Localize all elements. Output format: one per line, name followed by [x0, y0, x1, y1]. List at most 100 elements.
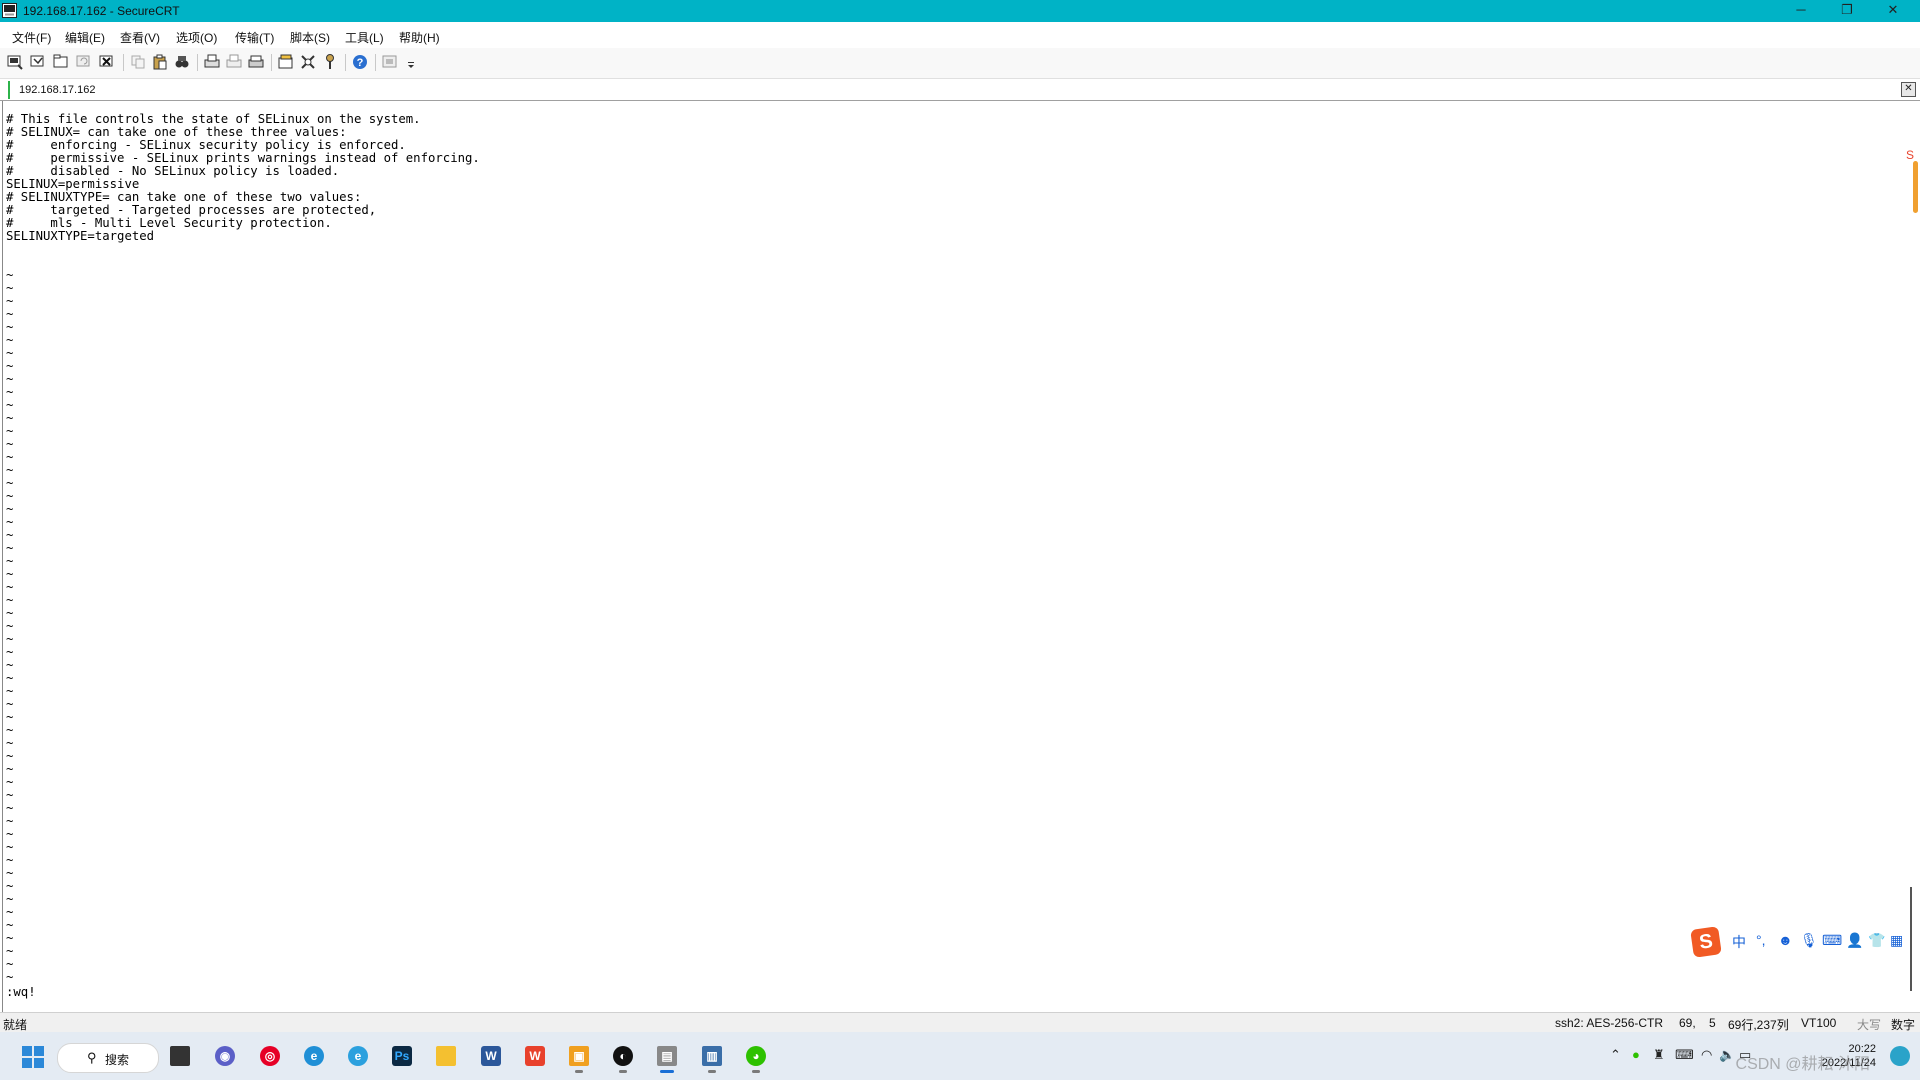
menu-bar: 文件(F) 编辑(E) 查看(V) 选项(O) 传输(T) 脚本(S) 工具(L…	[0, 22, 1920, 48]
taskbar-xshell[interactable]: ◐	[607, 1040, 639, 1073]
taskbar-file-explorer[interactable]	[430, 1040, 462, 1072]
word-icon: W	[481, 1046, 501, 1066]
tray-overflow-icon[interactable]: ⌃	[1610, 1047, 1621, 1063]
wifi-icon[interactable]: ◠	[1701, 1047, 1712, 1063]
menu-options[interactable]: 选项(O)	[176, 29, 217, 46]
running-indicator	[619, 1070, 627, 1073]
running-indicator	[575, 1070, 583, 1073]
session-tab-bar: 192.168.17.162 ✕	[0, 79, 1920, 101]
securefx-icon: ▥	[702, 1046, 722, 1066]
taskbar: ⚲ 搜索 ◉ ◎ e e Ps W W ▣ ◐ ▤ ▥ ◕ ⌃ ● ♜ ⌨ ◠ …	[0, 1032, 1920, 1080]
xshell-icon: ◐	[613, 1046, 633, 1066]
toolbar-separator	[197, 54, 198, 71]
menu-script[interactable]: 脚本(S)	[290, 29, 330, 46]
chat-icon: ◉	[215, 1046, 235, 1066]
toolbar-overflow-icon[interactable]	[402, 53, 414, 71]
taskbar-wps[interactable]: W	[519, 1040, 551, 1072]
taskbar-search[interactable]: ⚲ 搜索	[57, 1043, 159, 1073]
netease-music-icon: ◎	[260, 1046, 280, 1066]
sogou-logo[interactable]: S	[1690, 926, 1722, 958]
connect-icon[interactable]	[6, 53, 24, 71]
quick-connect-icon[interactable]	[29, 53, 47, 71]
taskbar-chat[interactable]: ◉	[209, 1040, 241, 1072]
ime-skin-icon[interactable]: 👕	[1868, 932, 1885, 949]
global-options-icon[interactable]	[299, 53, 317, 71]
menu-view[interactable]: 查看(V)	[120, 29, 160, 46]
notification-icon[interactable]	[1890, 1046, 1910, 1066]
edge-icon: e	[304, 1046, 324, 1066]
window-title: 192.168.17.162 - SecureCRT	[23, 4, 180, 18]
ime-punctuation-icon[interactable]: °,	[1756, 932, 1766, 948]
connect-in-tab-icon[interactable]	[52, 53, 70, 71]
status-num: 数字	[1891, 1018, 1916, 1032]
menu-tools[interactable]: 工具(L)	[345, 29, 384, 46]
taskbar-wechat[interactable]: ◕	[740, 1040, 772, 1073]
ime-toolbox-icon[interactable]: ▦	[1890, 932, 1903, 949]
menu-help[interactable]: 帮助(H)	[399, 29, 440, 46]
taskbar-securefx[interactable]: ▥	[696, 1040, 728, 1073]
terminal-area[interactable]: # This file controls the state of SELinu…	[2, 101, 1901, 1013]
sogou-side-logo: S	[1905, 148, 1914, 162]
taskbar-vmware[interactable]: ▣	[563, 1040, 595, 1073]
tray-wechat-icon[interactable]: ●	[1632, 1047, 1640, 1062]
ime-emoji-icon[interactable]: ☻	[1778, 932, 1793, 948]
sogou-side-icon[interactable]: S	[1902, 148, 1918, 178]
securecrt-icon: ▤	[657, 1046, 677, 1066]
photoshop-icon: Ps	[392, 1046, 412, 1066]
disconnect-icon[interactable]	[98, 53, 116, 71]
close-tab-icon[interactable]: ✕	[1901, 82, 1916, 97]
restore-button[interactable]: ❐	[1824, 0, 1870, 22]
ime-chinese-mode[interactable]: 中	[1732, 932, 1746, 952]
status-caps: 大写	[1857, 1018, 1882, 1032]
windows-logo-icon	[22, 1046, 44, 1068]
reconnect-icon[interactable]	[75, 53, 93, 71]
print-icon[interactable]	[203, 53, 221, 71]
taskbar-ie[interactable]: e	[342, 1040, 374, 1072]
ime-keyboard-icon[interactable]: ⌨	[1822, 932, 1842, 949]
toolbar-separator	[123, 54, 124, 71]
file-content: # This file controls the state of SELinu…	[6, 112, 480, 243]
minimize-button[interactable]: ─	[1778, 0, 1824, 22]
taskbar-photoshop[interactable]: Ps	[386, 1040, 418, 1072]
taskbar-netease-music[interactable]: ◎	[254, 1040, 286, 1072]
print-selection-icon[interactable]	[225, 53, 243, 71]
paste-icon[interactable]	[151, 53, 169, 71]
session-tab[interactable]: 192.168.17.162	[8, 81, 103, 99]
toolbar-separator	[375, 54, 376, 71]
title-bar: 192.168.17.162 - SecureCRT ─ ❐ ✕	[0, 0, 1920, 22]
vertical-scrollbar[interactable]	[1901, 101, 1920, 1013]
start-button[interactable]	[17, 1040, 49, 1072]
ime-user-icon[interactable]: 👤	[1846, 932, 1863, 949]
toolbar-separator	[271, 54, 272, 71]
keymap-icon[interactable]	[321, 53, 339, 71]
status-ready: 就绪	[3, 1018, 28, 1032]
toolbar-extra-icon[interactable]	[381, 53, 399, 71]
tray-qq-icon[interactable]: ♜	[1653, 1047, 1665, 1063]
securecrt-app-icon[interactable]	[2, 3, 17, 18]
svg-text:?: ?	[357, 57, 364, 69]
taskbar-word[interactable]: W	[475, 1040, 507, 1072]
wps-icon: W	[525, 1046, 545, 1066]
status-row: 69,	[1679, 1016, 1696, 1030]
empty-line-markers: ~ ~ ~ ~ ~ ~ ~ ~ ~ ~ ~ ~ ~ ~ ~ ~ ~ ~ ~ ~ …	[6, 268, 14, 984]
copy-icon[interactable]	[129, 53, 147, 71]
menu-file[interactable]: 文件(F)	[12, 29, 51, 46]
search-icon: ⚲	[87, 1050, 97, 1065]
status-bar: 就绪 ssh2: AES-256-CTR 69, 5 69行,237列 VT10…	[0, 1012, 1920, 1033]
tray-keyboard-icon[interactable]: ⌨	[1675, 1047, 1694, 1063]
folder-icon	[436, 1046, 456, 1066]
menu-transfer[interactable]: 传输(T)	[235, 29, 274, 46]
task-view-button[interactable]	[164, 1040, 196, 1072]
ime-voice-icon[interactable]: 🎙	[1800, 932, 1818, 949]
volume-icon[interactable]: 🔈	[1719, 1047, 1735, 1063]
taskbar-securecrt[interactable]: ▤	[651, 1040, 683, 1073]
toolbar-separator	[345, 54, 346, 71]
find-icon[interactable]	[173, 53, 191, 71]
taskbar-edge[interactable]: e	[298, 1040, 330, 1072]
menu-edit[interactable]: 编辑(E)	[65, 29, 105, 46]
print-setup-icon[interactable]	[247, 53, 265, 71]
status-terminal-type: VT100	[1801, 1016, 1837, 1030]
close-window-button[interactable]: ✕	[1870, 0, 1916, 22]
help-icon[interactable]: ?	[351, 53, 369, 71]
session-options-icon[interactable]	[277, 53, 295, 71]
